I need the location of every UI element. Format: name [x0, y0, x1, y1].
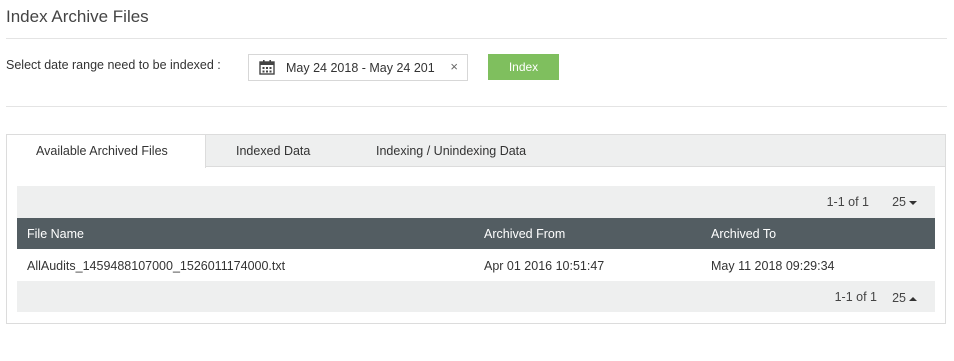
page-size-select[interactable]: 25 — [892, 195, 917, 209]
page-size-value: 25 — [892, 291, 906, 305]
cell-file-name: AllAudits_1459488107000_1526011174000.tx… — [27, 259, 286, 273]
section-divider — [6, 106, 947, 107]
table-header: File Name Archived From Archived To — [17, 218, 935, 249]
cell-archived-from: Apr 01 2016 10:51:47 — [484, 259, 605, 273]
archive-panel: Available Archived Files Indexed Data In… — [6, 134, 946, 324]
clear-date-icon[interactable]: × — [450, 59, 458, 74]
pager-range: 1-1 of 1 — [834, 290, 877, 304]
tab-indexing-unindexing-data[interactable]: Indexing / Unindexing Data — [376, 135, 526, 167]
column-header-archived-to[interactable]: Archived To — [711, 227, 776, 241]
column-header-archived-from[interactable]: Archived From — [484, 227, 565, 241]
tab-indexed-data[interactable]: Indexed Data — [236, 135, 310, 167]
tab-available-archived-files[interactable]: Available Archived Files — [7, 135, 206, 168]
date-range-label: Select date range need to be indexed : — [6, 58, 221, 72]
caret-down-icon — [909, 200, 917, 205]
pager-bottom: 1-1 of 1 25 — [17, 281, 935, 312]
tab-bar: Available Archived Files Indexed Data In… — [7, 135, 945, 168]
calendar-icon — [259, 60, 275, 75]
caret-up-icon — [909, 296, 917, 301]
table-row[interactable]: AllAudits_1459488107000_1526011174000.tx… — [17, 249, 935, 281]
page-title: Index Archive Files — [6, 7, 149, 26]
pager-top: 1-1 of 1 25 — [17, 186, 935, 218]
date-range-picker[interactable]: May 24 2018 - May 24 201 × — [248, 54, 468, 81]
index-button[interactable]: Index — [488, 54, 559, 80]
column-header-file-name[interactable]: File Name — [27, 227, 84, 241]
date-range-value[interactable]: May 24 2018 - May 24 201 — [286, 61, 436, 75]
page-size-select[interactable]: 25 — [892, 291, 917, 305]
title-divider — [6, 38, 947, 39]
cell-archived-to: May 11 2018 09:29:34 — [711, 259, 835, 273]
page-size-value: 25 — [892, 195, 906, 209]
pager-range: 1-1 of 1 — [826, 195, 869, 209]
